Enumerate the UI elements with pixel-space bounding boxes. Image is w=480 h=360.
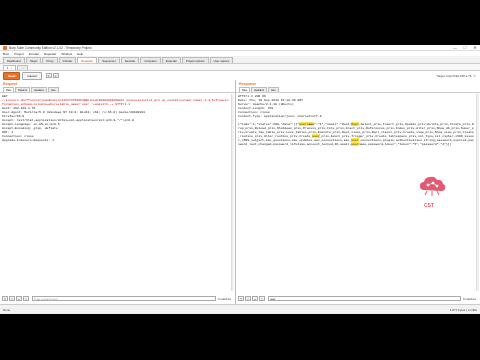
burp-window: Burp Suite Community Edition v2.1.02 - T…: [0, 45, 480, 314]
request-tab-raw[interactable]: Raw: [3, 87, 15, 92]
minimize-button[interactable]: —: [450, 45, 460, 51]
repeater-toolbar: Send Cancel < > Target: http://192.168.1…: [0, 71, 480, 80]
tab-decoder[interactable]: Decoder: [120, 57, 140, 63]
window-title: Burp Suite Community Edition v2.1.02 - T…: [9, 45, 92, 50]
status-bar: Done 1,077 bytes | 2 millis: [0, 304, 480, 314]
request-headers: Host: 192.168.1.76 User-Agent: Mozilla/5.…: [2, 106, 230, 142]
response-scrollbar[interactable]: [476, 94, 479, 291]
response-body-text: name,password,token","token":"5","passwo…: [358, 142, 452, 146]
search-prev-icon[interactable]: <: [245, 296, 251, 301]
repeater-tab-1[interactable]: 1 ×: [3, 65, 17, 70]
history-nav: < >: [45, 73, 60, 78]
video-letterbox-top: [0, 0, 480, 45]
search-match-highlight: user: [351, 142, 359, 146]
close-window-button[interactable]: ✕: [470, 45, 480, 51]
request-pane: Request Raw Params Headers Hex GET /~1/u…: [0, 80, 236, 304]
response-size: 1,077 bytes | 2 millis: [449, 307, 477, 312]
menu-repeater[interactable]: Repeater: [44, 52, 56, 56]
request-url-line: /~1/users.php?form=1=json&token=11217476…: [2, 98, 229, 106]
close-tab-icon[interactable]: ×: [11, 66, 13, 70]
tab-extender[interactable]: Extender: [161, 57, 181, 63]
menu-burp[interactable]: Burp: [3, 52, 9, 56]
response-body: {"code":1,"status":200,"data":[{"usernam…: [238, 122, 475, 146]
search-add-icon[interactable]: +: [16, 296, 22, 301]
burp-app-icon: [3, 45, 7, 50]
tab-intruder[interactable]: Intruder: [58, 57, 77, 63]
request-tab-hex[interactable]: Hex: [47, 87, 59, 92]
menu-window[interactable]: Window: [61, 52, 72, 56]
response-headers: HTTP/1.1 200 OK Date: Thu, 19 Sep 2019 15…: [238, 94, 475, 118]
request-scrollbar[interactable]: [231, 94, 234, 291]
cancel-button[interactable]: Cancel: [22, 71, 42, 80]
repeater-tab-label: 1: [7, 66, 9, 70]
response-tab-headers[interactable]: Headers: [251, 87, 268, 92]
response-title: Response: [239, 81, 257, 86]
request-match-count: 0 matches: [218, 296, 231, 301]
tab-user-options[interactable]: User options: [209, 57, 234, 63]
tab-proxy[interactable]: Proxy: [42, 57, 58, 63]
request-tab-headers[interactable]: Headers: [31, 87, 47, 92]
target-url: Target: http://192.168.1.76: [436, 73, 472, 78]
main-tabs: Dashboard Target Proxy Intruder Repeater…: [0, 56, 480, 64]
status-text: Done: [3, 307, 11, 312]
search-add-icon[interactable]: +: [252, 296, 258, 301]
response-search-input[interactable]: user: [268, 296, 462, 301]
edit-target-icon[interactable]: ✎: [473, 74, 476, 78]
forward-arrow-icon[interactable]: >: [52, 73, 59, 78]
tab-repeater[interactable]: Repeater: [77, 57, 98, 63]
menu-project[interactable]: Project: [14, 52, 23, 56]
video-letterbox-bottom: [0, 314, 480, 359]
request-tab-params[interactable]: Params: [15, 87, 31, 92]
tab-dashboard[interactable]: Dashboard: [3, 57, 25, 63]
cst-logo-text: CST: [424, 203, 434, 209]
repeater-tabs: 1 × ...: [0, 64, 480, 71]
send-button[interactable]: Send: [3, 71, 21, 80]
request-title: Request: [3, 81, 18, 86]
help-icon[interactable]: ?: [2, 296, 8, 301]
tab-project-options[interactable]: Project options: [182, 57, 209, 63]
window-controls: — □ ✕: [450, 45, 480, 51]
response-header: Response: [236, 80, 480, 87]
tab-comparer[interactable]: Comparer: [140, 57, 161, 63]
search-next-icon[interactable]: >: [23, 296, 29, 301]
request-view-tabs: Raw Params Headers Hex: [0, 87, 235, 93]
back-arrow-icon[interactable]: <: [45, 73, 52, 78]
request-header-line: Upgrade-Insecure-Requests: 1: [2, 138, 54, 142]
cst-cloud-logo-icon: [420, 176, 446, 196]
response-tab-hex[interactable]: Hex: [268, 87, 279, 92]
menu-help[interactable]: Help: [77, 52, 83, 56]
target-info: Target: http://192.168.1.76 ✎: [436, 74, 476, 78]
tab-sequencer[interactable]: Sequencer: [98, 57, 120, 63]
maximize-button[interactable]: □: [460, 45, 470, 51]
response-view-tabs: Raw Headers Hex: [236, 87, 480, 93]
response-search-bar: ? < + > user 6 matches: [238, 295, 478, 302]
search-prev-icon[interactable]: <: [9, 296, 15, 301]
menu-intruder[interactable]: Intruder: [29, 52, 39, 56]
request-search-input[interactable]: Type a search term: [32, 296, 217, 301]
request-header: Request: [0, 80, 235, 87]
tab-target[interactable]: Target: [25, 57, 42, 63]
search-next-icon[interactable]: >: [259, 296, 265, 301]
response-tab-raw[interactable]: Raw: [239, 87, 251, 92]
request-search-bar: ? < + > Type a search term 0 matches: [2, 295, 233, 302]
help-icon[interactable]: ?: [238, 296, 244, 301]
request-editor[interactable]: GET /~1/users.php?form=1=json&token=1121…: [2, 94, 230, 291]
repeater-tab-new[interactable]: ...: [17, 65, 28, 70]
request-response-panes: Request Raw Params Headers Hex GET /~1/u…: [0, 80, 480, 304]
repeater-tab-new-label: ...: [21, 66, 24, 70]
response-match-count: 6 matches: [463, 296, 476, 301]
